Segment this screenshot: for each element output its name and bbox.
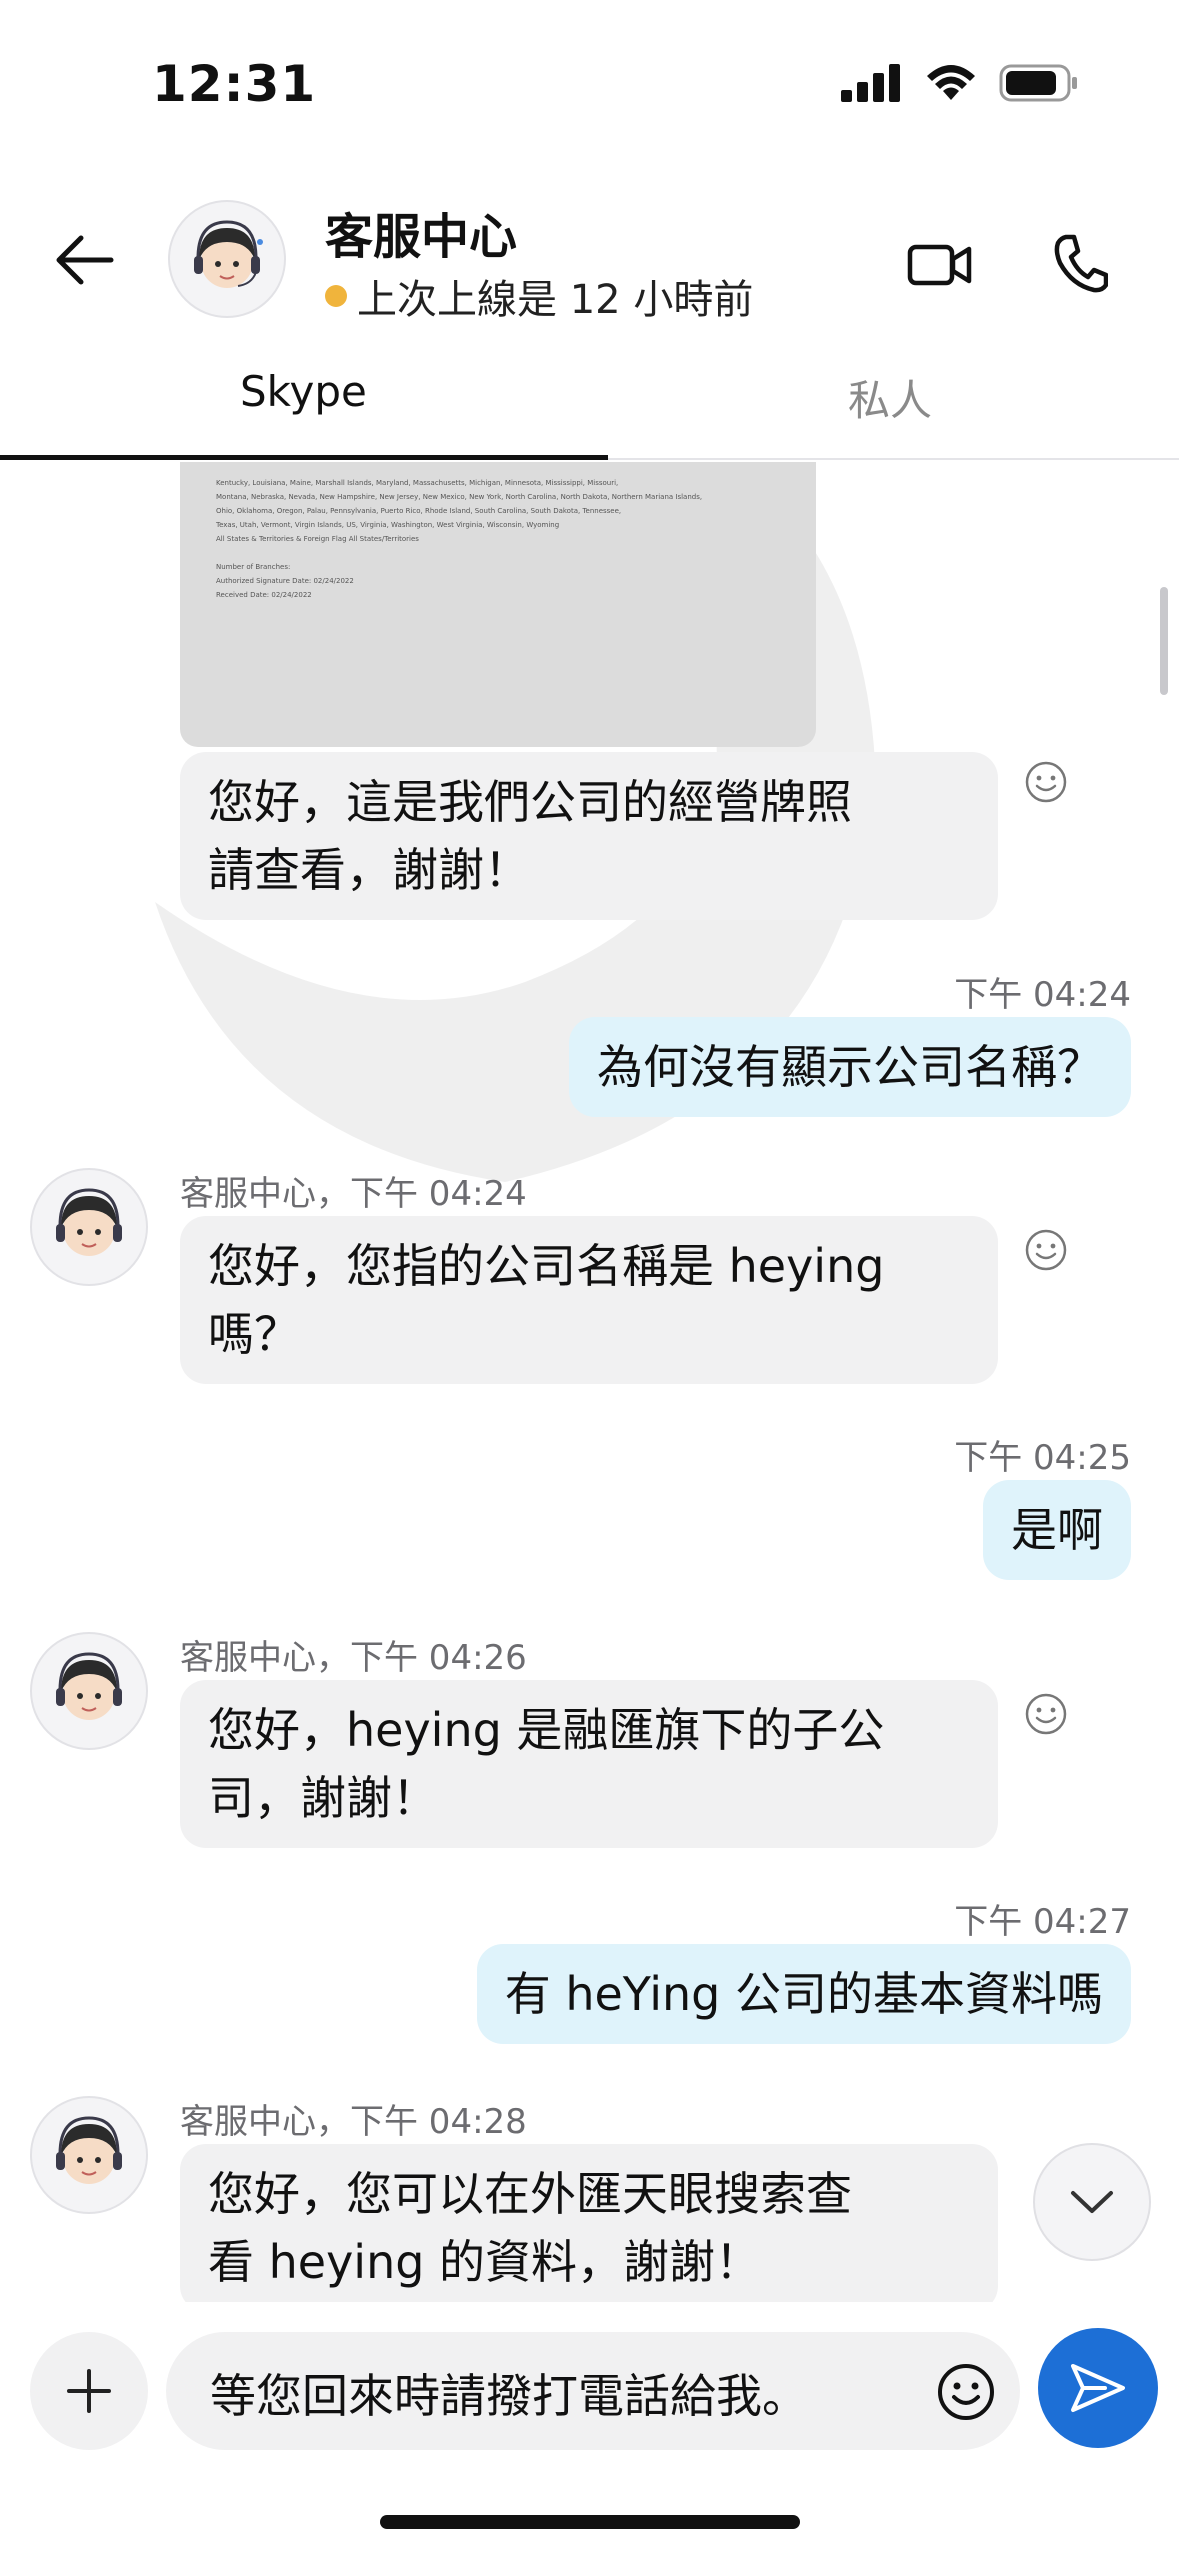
attachment-line: Texas, Utah, Vermont, Virgin Islands, US… bbox=[216, 521, 560, 529]
wifi-icon bbox=[927, 65, 975, 100]
message-time: 下午 04:24 bbox=[954, 975, 1131, 1015]
chat-header: 客服中心 上次上線是 12 小時前 bbox=[0, 175, 1179, 345]
sender-meta: 客服中心，下午 04:28 bbox=[180, 2102, 527, 2142]
sender-meta: 客服中心，下午 04:26 bbox=[180, 1638, 527, 1678]
message-line: 您好，您指的公司名稱是 heying bbox=[208, 1239, 885, 1293]
support-agent-avatar-icon bbox=[56, 2116, 122, 2184]
video-call-button[interactable] bbox=[900, 225, 980, 305]
message-composer: 等您回來時請撥打電話給我。 bbox=[0, 2320, 1179, 2460]
smiley-icon[interactable] bbox=[936, 2362, 996, 2422]
phone-icon bbox=[1054, 234, 1108, 293]
sender-avatar[interactable] bbox=[30, 1632, 148, 1750]
attachment-line: Montana, Nebraska, Nevada, New Hampshire… bbox=[216, 493, 703, 501]
battery-icon bbox=[999, 64, 1077, 102]
support-agent-avatar-icon bbox=[56, 1652, 122, 1720]
message-input[interactable]: 等您回來時請撥打電話給我。 bbox=[166, 2332, 1020, 2450]
tab-private[interactable]: 私人 bbox=[848, 367, 932, 428]
attachment-line bbox=[216, 546, 780, 560]
attachment-line: Kentucky, Louisiana, Maine, Marshall Isl… bbox=[216, 479, 619, 487]
incoming-message[interactable]: 您好，heying 是融匯旗下的子公 司，謝謝！ bbox=[180, 1680, 998, 1848]
outgoing-message[interactable]: 有 heYing 公司的基本資料嗎 bbox=[476, 1944, 1131, 2044]
cellular-signal-icon bbox=[841, 64, 900, 102]
video-camera-icon bbox=[907, 244, 972, 286]
home-indicator bbox=[380, 2515, 800, 2529]
send-button[interactable] bbox=[1038, 2328, 1158, 2448]
message-line: 嗎？ bbox=[208, 1307, 300, 1361]
message-line: 請查看，謝謝！ bbox=[208, 843, 530, 897]
contact-name[interactable]: 客服中心 bbox=[325, 197, 517, 267]
message-list[interactable]: Kentucky, Louisiana, Maine, Marshall Isl… bbox=[0, 462, 1179, 2302]
send-icon bbox=[1071, 2364, 1125, 2412]
attachment-line: Number of Branches: bbox=[216, 563, 291, 571]
sender-meta: 客服中心，下午 04:24 bbox=[180, 1174, 527, 1214]
away-status-icon bbox=[325, 285, 347, 307]
outgoing-message[interactable]: 是啊 bbox=[983, 1480, 1131, 1580]
sender-avatar[interactable] bbox=[30, 2096, 148, 2214]
attachment-line: Received Date: 02/24/2022 bbox=[216, 591, 312, 599]
incoming-message[interactable]: 您好，您指的公司名稱是 heying 嗎？ bbox=[180, 1216, 998, 1384]
scrollbar-thumb[interactable] bbox=[1160, 587, 1168, 695]
message-time: 下午 04:25 bbox=[954, 1438, 1131, 1478]
support-agent-avatar-icon bbox=[56, 1188, 122, 1256]
status-bar: 12:31 bbox=[0, 0, 1179, 175]
last-seen-status: 上次上線是 12 小時前 bbox=[325, 267, 753, 325]
message-line: 司，謝謝！ bbox=[208, 1771, 438, 1825]
message-time: 下午 04:27 bbox=[954, 1902, 1131, 1942]
back-button[interactable] bbox=[40, 215, 130, 305]
message-line: 您好，您可以在外匯天眼搜索查 bbox=[208, 2167, 852, 2221]
incoming-message[interactable]: 您好，您可以在外匯天眼搜索查 看 heying 的資料，謝謝！ bbox=[180, 2144, 998, 2302]
message-line: 您好，這是我們公司的經營牌照 bbox=[208, 775, 852, 829]
outgoing-message[interactable]: 為何沒有顯示公司名稱？ bbox=[569, 1017, 1131, 1117]
attachment-line: Ohio, Oklahoma, Oregon, Palau, Pennsylva… bbox=[216, 507, 622, 515]
conversation-tabs: Skype 私人 bbox=[0, 345, 1179, 460]
last-seen-text: 上次上線是 12 小時前 bbox=[357, 277, 754, 323]
arrow-left-icon bbox=[56, 235, 114, 285]
attachment-line: Authorized Signature Date: 02/24/2022 bbox=[216, 577, 354, 585]
plus-icon bbox=[67, 2369, 111, 2413]
smiley-icon[interactable] bbox=[1024, 760, 1068, 804]
active-tab-indicator bbox=[0, 455, 608, 460]
smiley-icon[interactable] bbox=[1024, 1692, 1068, 1736]
add-attachment-button[interactable] bbox=[30, 2332, 148, 2450]
support-agent-avatar-icon bbox=[194, 220, 263, 288]
sender-avatar[interactable] bbox=[30, 1168, 148, 1286]
chevron-down-icon bbox=[1071, 2191, 1113, 2213]
tab-skype[interactable]: Skype bbox=[240, 367, 367, 416]
contact-avatar[interactable] bbox=[168, 200, 286, 318]
message-line: 看 heying 的資料，謝謝！ bbox=[208, 2235, 762, 2289]
license-document-image[interactable]: Kentucky, Louisiana, Maine, Marshall Isl… bbox=[180, 462, 816, 747]
message-input-text[interactable]: 等您回來時請撥打電話給我。 bbox=[210, 2360, 808, 2426]
status-icons bbox=[841, 64, 1079, 102]
smiley-icon[interactable] bbox=[1024, 1228, 1068, 1272]
voice-call-button[interactable] bbox=[1040, 223, 1120, 303]
incoming-message[interactable]: 您好，這是我們公司的經營牌照 請查看，謝謝！ bbox=[180, 752, 998, 920]
message-line: 您好，heying 是融匯旗下的子公 bbox=[208, 1703, 885, 1757]
status-time: 12:31 bbox=[152, 55, 317, 113]
scroll-to-bottom-button[interactable] bbox=[1033, 2143, 1151, 2261]
attachment-line: All States & Territories & Foreign Flag … bbox=[216, 535, 419, 543]
